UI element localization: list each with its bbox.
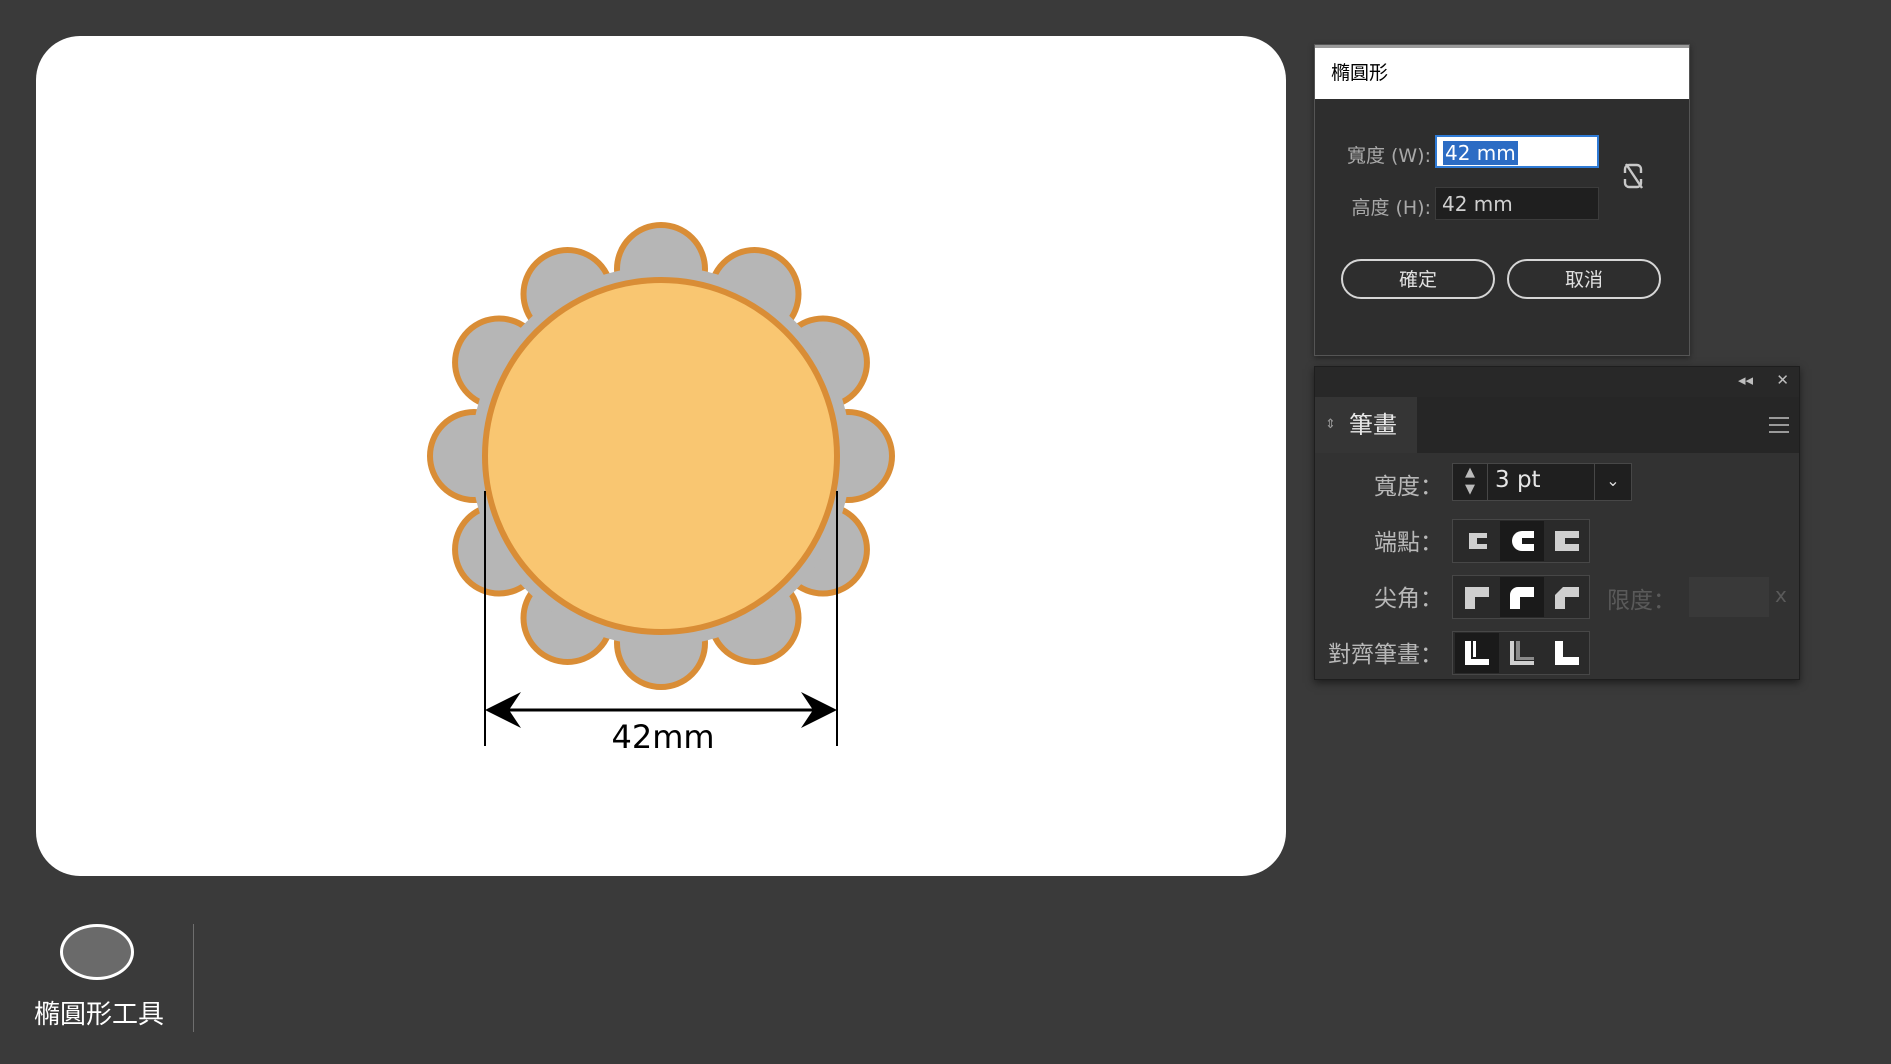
close-panel-icon[interactable]: ✕	[1776, 371, 1789, 389]
bevel-join-icon[interactable]	[1545, 577, 1589, 617]
miter-limit-input[interactable]	[1689, 577, 1769, 617]
corner-label: 尖角：	[1374, 586, 1443, 612]
ellipse-tool-icon	[60, 924, 134, 980]
tool-label: 橢圓形工具	[34, 1000, 165, 1030]
round-cap-icon[interactable]	[1500, 521, 1544, 561]
width-input[interactable]: 42 mm	[1435, 135, 1599, 168]
dimension-label: 42mm	[611, 718, 714, 756]
ellipse-dialog: 橢圓形 寬度 (W): 42 mm 高度 (H): 42 mm 確定 取消	[1314, 44, 1690, 356]
tab-stroke[interactable]: ⇕ 筆畫	[1315, 397, 1417, 453]
ok-button[interactable]: 確定	[1341, 259, 1495, 299]
cap-label: 端點：	[1374, 530, 1443, 556]
dialog-title: 橢圓形	[1315, 45, 1689, 99]
cancel-button[interactable]: 取消	[1507, 259, 1661, 299]
miter-join-icon[interactable]	[1455, 577, 1499, 617]
stroke-width-label: 寬度：	[1374, 474, 1443, 500]
artboard[interactable]: 42mm	[36, 36, 1286, 876]
miter-limit-suffix: x	[1775, 583, 1787, 607]
cap-button-group	[1452, 519, 1590, 563]
height-input[interactable]: 42 mm	[1435, 187, 1599, 220]
stroke-width-stepper-icon[interactable]: ▲ ▼	[1453, 464, 1488, 500]
butt-cap-icon[interactable]	[1455, 521, 1499, 561]
flower-shape[interactable]	[427, 222, 895, 690]
round-join-icon[interactable]	[1500, 577, 1544, 617]
panel-tabs: ⇕ 筆畫	[1315, 397, 1799, 453]
divider	[193, 924, 194, 1032]
corner-button-group	[1452, 575, 1590, 619]
stroke-panel: ◂◂ ✕ ⇕ 筆畫 寬度： ▲ ▼ 3 pt ⌄ 端點： 尖角： 限度： x 對…	[1314, 366, 1800, 680]
width-label: 寬度 (W):	[1346, 145, 1431, 167]
panel-titlebar: ◂◂ ✕	[1315, 367, 1799, 397]
stroke-width-combobox[interactable]: ▲ ▼ 3 pt ⌄	[1452, 463, 1632, 501]
miter-limit-label: 限度：	[1607, 588, 1676, 614]
align-stroke-button-group	[1452, 631, 1590, 675]
align-inside-icon[interactable]	[1500, 633, 1544, 673]
constrain-proportions-icon[interactable]	[1621, 161, 1647, 191]
align-center-icon[interactable]	[1455, 633, 1499, 673]
height-label: 高度 (H):	[1351, 197, 1431, 219]
artwork-canvas: 42mm	[427, 222, 895, 756]
tab-expand-icon: ⇕	[1325, 417, 1336, 432]
stroke-width-value[interactable]: 3 pt	[1495, 467, 1541, 493]
chevron-down-icon[interactable]: ⌄	[1594, 464, 1631, 500]
projecting-cap-icon[interactable]	[1545, 521, 1589, 561]
collapse-panel-icon[interactable]: ◂◂	[1738, 371, 1753, 389]
inner-circle	[482, 277, 840, 635]
panel-menu-icon[interactable]	[1769, 417, 1789, 433]
align-stroke-label: 對齊筆畫：	[1328, 642, 1443, 668]
align-outside-icon[interactable]	[1545, 633, 1589, 673]
